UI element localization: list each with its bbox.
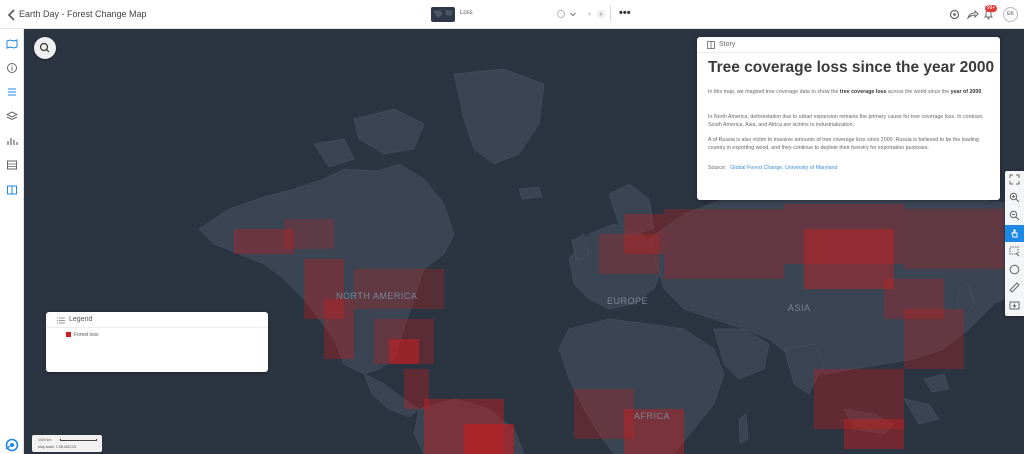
clock-icon[interactable]: [556, 9, 566, 19]
fullscreen-icon: [1009, 174, 1020, 185]
legend-panel: Legend Forest loss: [46, 312, 268, 372]
more-options-icon[interactable]: •••: [619, 7, 631, 19]
legend-divider: [46, 327, 268, 328]
layer-name: Loss: [460, 10, 473, 16]
book-icon: [707, 41, 715, 49]
scale-distance: 1000 km: [38, 438, 52, 442]
map-label-africa: AFRICA: [634, 411, 671, 421]
legend-item-label: Forest loss: [74, 332, 99, 338]
layers-stack-icon[interactable]: [6, 110, 18, 122]
map-search-button[interactable]: [34, 37, 56, 59]
share-icon[interactable]: [966, 8, 979, 21]
top-bar: Earth Day - Forest Change Map Loss ••• 9…: [0, 0, 1024, 29]
story-source: Source: Global Forest Change, University …: [708, 165, 837, 171]
zoom-in-button[interactable]: [1005, 189, 1024, 206]
brand-logo-icon: [5, 438, 19, 452]
story-panel-label: Story: [719, 41, 736, 48]
settings-gear-icon[interactable]: [948, 8, 961, 21]
map-layers-icon[interactable]: [6, 38, 18, 50]
zoom-in-icon: [1009, 192, 1020, 203]
left-toolbar: [0, 29, 24, 454]
compass-button[interactable]: [1005, 261, 1024, 278]
map-label-asia: ASIA: [788, 303, 811, 313]
user-avatar[interactable]: EK: [1003, 7, 1018, 22]
ruler-icon: [1009, 282, 1020, 293]
export-button[interactable]: [1005, 297, 1024, 314]
layer-thumbnail[interactable]: [431, 7, 455, 22]
download-icon: [1009, 301, 1020, 310]
source-label: Source:: [708, 165, 727, 171]
zoom-out-button[interactable]: [1005, 207, 1024, 224]
zoom-out-icon: [1009, 210, 1020, 221]
pointer-hand-icon: [1011, 229, 1018, 238]
source-link[interactable]: Global Forest Change, University of Mary…: [730, 165, 837, 171]
map-label-north-america: NORTH AMERICA: [336, 291, 418, 301]
legend-list-icon[interactable]: [6, 86, 18, 98]
legend-swatch-forest-loss: [66, 332, 71, 337]
story-divider: [697, 52, 1000, 53]
search-icon: [39, 42, 50, 53]
table-icon[interactable]: [6, 159, 18, 171]
notification-badge: 99+: [985, 5, 997, 12]
story-title: Tree coverage loss since the year 2000: [708, 59, 995, 76]
app-title: Earth Day - Forest Change Map: [19, 9, 147, 19]
legend-list-icon: [57, 317, 65, 324]
story-paragraph-2: In North America, deforestation due to u…: [708, 114, 984, 128]
scale-bar-panel: 1000 km Map scale: 1:55,468,024: [32, 435, 102, 452]
story-paragraph-3: A of Russia is also victim to massive am…: [708, 137, 979, 151]
story-paragraph-1: In this map, we mapped tree coverage dat…: [708, 89, 983, 95]
map-tools: [1005, 171, 1024, 316]
play-icon[interactable]: [596, 9, 606, 19]
measure-button[interactable]: [1005, 279, 1024, 296]
skip-back-icon[interactable]: [584, 9, 594, 19]
scale-bar: [60, 439, 97, 441]
story-book-icon[interactable]: [6, 184, 18, 196]
toolbar-divider: [610, 6, 611, 22]
map-label-europe: EUROPE: [607, 296, 649, 306]
select-box-icon: [1009, 246, 1020, 257]
compass-icon: [1009, 264, 1020, 275]
map-scale-ratio: Map scale: 1:55,468,024: [38, 445, 77, 449]
chart-icon[interactable]: [6, 135, 18, 147]
map-canvas[interactable]: NORTH AMERICA EUROPE ASIA AFRICA Story T…: [24, 29, 1024, 454]
story-panel: Story Tree coverage loss since the year …: [697, 37, 1000, 200]
chevron-down-icon[interactable]: [568, 9, 578, 19]
legend-title: Legend: [69, 316, 93, 323]
back-arrow-icon[interactable]: [6, 8, 18, 22]
info-icon[interactable]: [6, 62, 18, 74]
fullscreen-button[interactable]: [1005, 171, 1024, 188]
box-select-button[interactable]: [1005, 243, 1024, 260]
pan-button[interactable]: [1005, 225, 1024, 242]
